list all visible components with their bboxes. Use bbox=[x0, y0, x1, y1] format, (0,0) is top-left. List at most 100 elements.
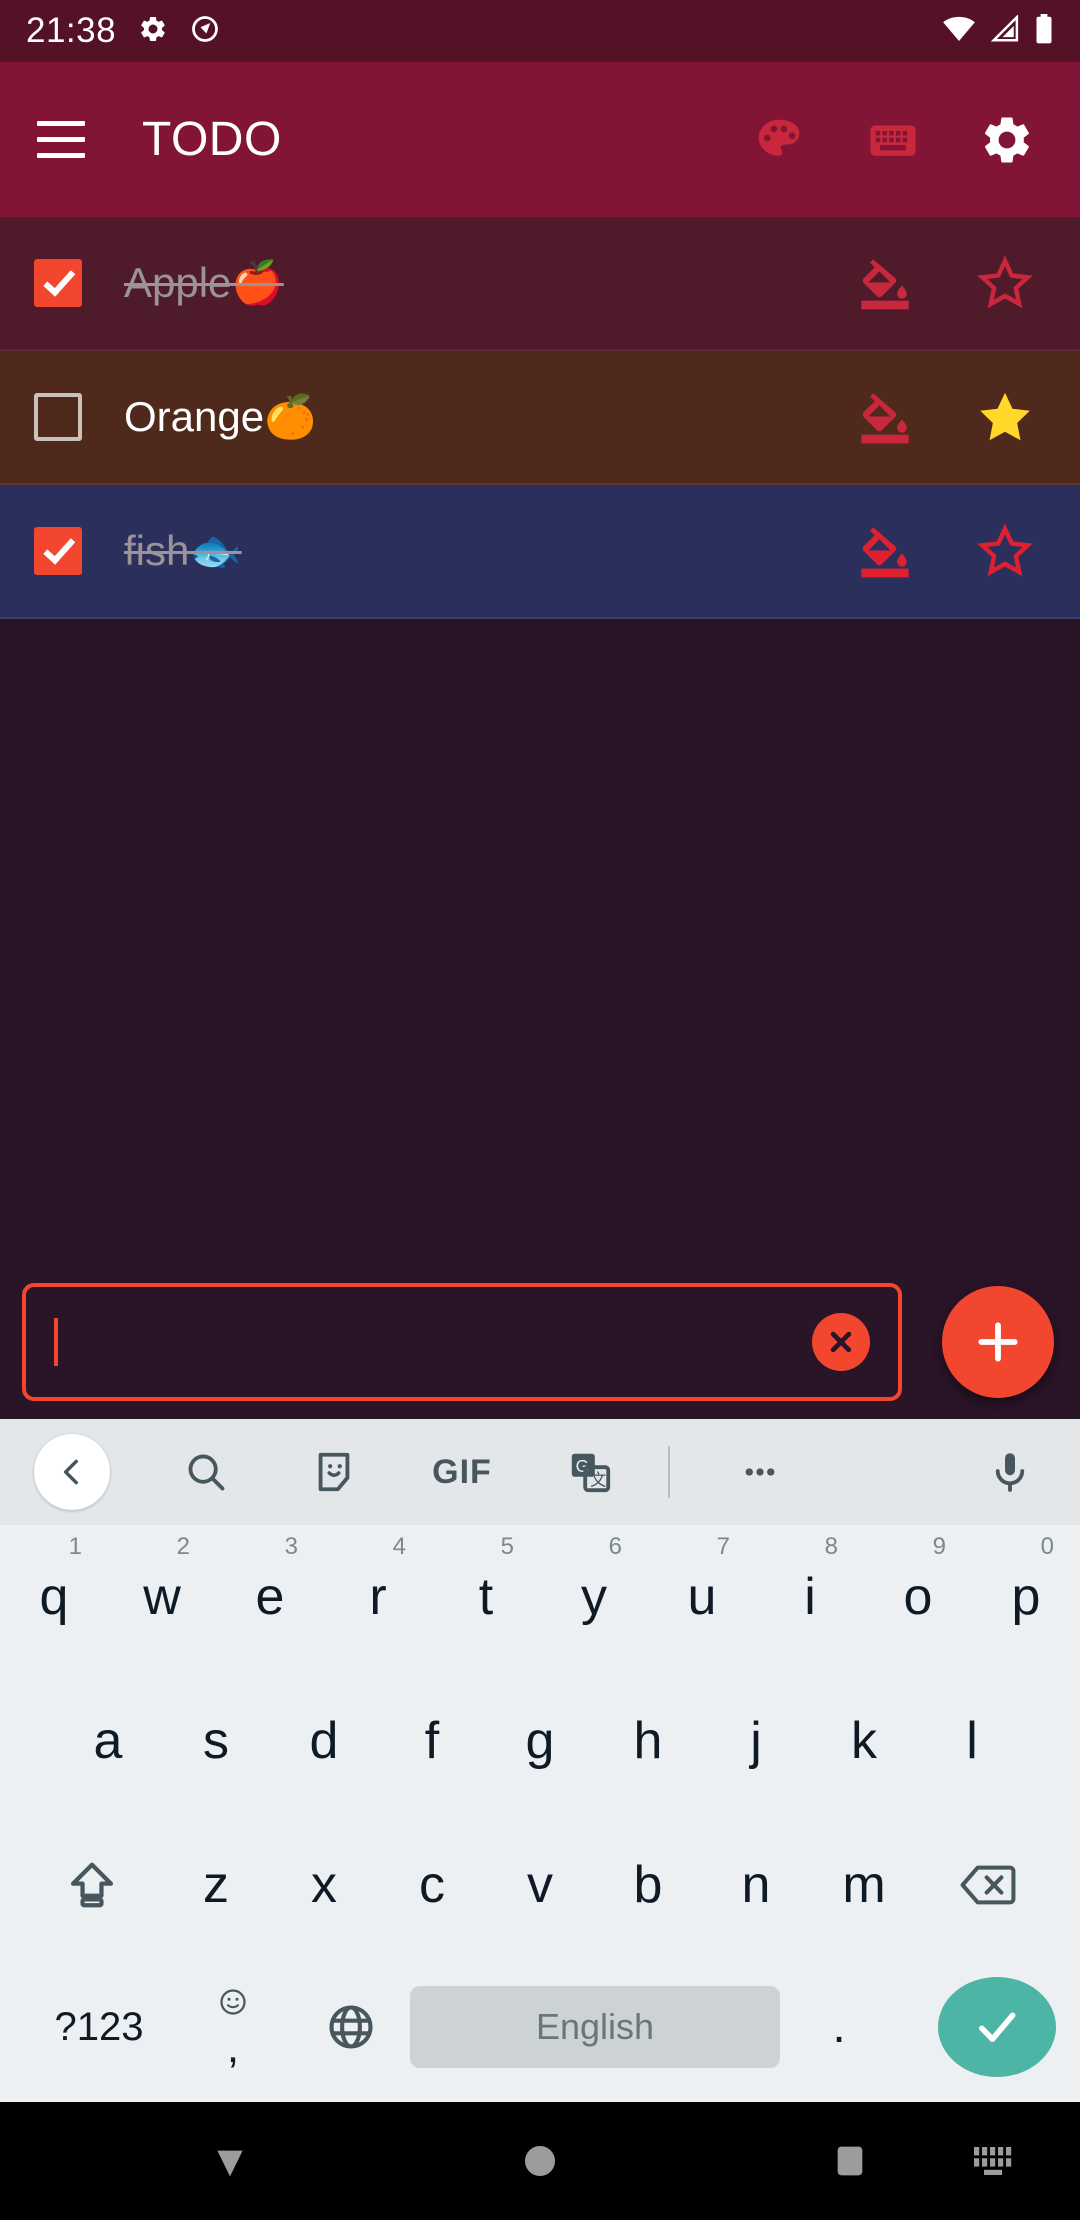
key-number: 4 bbox=[392, 1533, 406, 1560]
sticker-icon[interactable] bbox=[298, 1436, 370, 1508]
checkbox-icon[interactable] bbox=[34, 393, 82, 441]
table-row[interactable]: Orange🍊 bbox=[0, 351, 1080, 485]
phone-screen: 21:38 TODO Apple🍎 Orange🍊 fish🐟 GIF G 文 … bbox=[0, 0, 1080, 2220]
nav-back-icon[interactable] bbox=[190, 2121, 270, 2201]
gear-icon[interactable] bbox=[976, 109, 1038, 171]
key-u[interactable]: 7u bbox=[648, 1531, 756, 1663]
key-q[interactable]: 1q bbox=[0, 1531, 108, 1663]
key-v[interactable]: v bbox=[486, 1819, 594, 1951]
nav-recents-icon[interactable] bbox=[810, 2121, 890, 2201]
toolbar-divider bbox=[668, 1446, 670, 1498]
todo-list: Apple🍎 Orange🍊 fish🐟 bbox=[0, 217, 1080, 619]
key-j[interactable]: j bbox=[702, 1675, 810, 1807]
keyboard-row-1: 1q 2w 3e 4r 5t 6y 7u 8i 9o 0p bbox=[0, 1525, 1080, 1669]
key-label: l bbox=[966, 1712, 978, 1770]
key-w[interactable]: 2w bbox=[108, 1531, 216, 1663]
space-key[interactable]: English bbox=[410, 1986, 780, 2068]
key-label: b bbox=[633, 1856, 663, 1914]
key-label: z bbox=[203, 1856, 229, 1914]
more-options-icon[interactable] bbox=[724, 1436, 796, 1508]
format-color-fill-icon[interactable] bbox=[854, 386, 916, 448]
key-number: 7 bbox=[716, 1533, 730, 1560]
key-d[interactable]: d bbox=[270, 1675, 378, 1807]
wifi-icon bbox=[942, 16, 976, 47]
close-x-icon[interactable] bbox=[812, 1312, 870, 1371]
key-label: k bbox=[851, 1712, 877, 1770]
key-label: p bbox=[1011, 1568, 1041, 1626]
key-m[interactable]: m bbox=[810, 1819, 918, 1951]
search-icon[interactable] bbox=[170, 1436, 242, 1508]
nav-keyboard-switch-icon[interactable] bbox=[956, 2121, 1036, 2201]
gif-icon[interactable]: GIF bbox=[426, 1436, 498, 1508]
key-label: f bbox=[424, 1712, 440, 1770]
table-row[interactable]: Apple🍎 bbox=[0, 217, 1080, 351]
star-outline-icon[interactable] bbox=[974, 520, 1036, 582]
checkbox-icon[interactable] bbox=[34, 527, 82, 575]
status-bar-left: 21:38 bbox=[26, 11, 220, 51]
key-label: w bbox=[143, 1568, 181, 1626]
shift-key-icon[interactable] bbox=[22, 1819, 162, 1951]
key-number: 8 bbox=[824, 1533, 838, 1560]
key-s[interactable]: s bbox=[162, 1675, 270, 1807]
microphone-icon[interactable] bbox=[974, 1436, 1046, 1508]
key-r[interactable]: 4r bbox=[324, 1531, 432, 1663]
checkbox-icon[interactable] bbox=[34, 259, 82, 307]
key-k[interactable]: k bbox=[810, 1675, 918, 1807]
back-chevron-icon[interactable] bbox=[34, 1434, 110, 1510]
key-label: , bbox=[226, 2023, 240, 2072]
key-y[interactable]: 6y bbox=[540, 1531, 648, 1663]
key-label: n bbox=[741, 1856, 771, 1914]
key-l[interactable]: l bbox=[918, 1675, 1026, 1807]
key-label: u bbox=[687, 1568, 717, 1626]
key-g[interactable]: g bbox=[486, 1675, 594, 1807]
keyboard-row-2: a s d f g h j k l bbox=[0, 1669, 1080, 1813]
cellular-signal-icon bbox=[990, 13, 1020, 48]
palette-icon[interactable] bbox=[748, 109, 810, 171]
add-task-button[interactable] bbox=[942, 1285, 1054, 1398]
key-c[interactable]: c bbox=[378, 1819, 486, 1951]
key-t[interactable]: 5t bbox=[432, 1531, 540, 1663]
key-o[interactable]: 9o bbox=[864, 1531, 972, 1663]
search-input[interactable] bbox=[22, 1282, 902, 1401]
key-n[interactable]: n bbox=[702, 1819, 810, 1951]
gear-icon bbox=[138, 14, 168, 49]
hamburger-menu-icon[interactable] bbox=[22, 101, 100, 179]
nav-home-icon[interactable] bbox=[500, 2121, 580, 2201]
keyboard-icon[interactable] bbox=[862, 109, 924, 171]
row-actions bbox=[854, 386, 1052, 448]
app-bar: TODO bbox=[0, 62, 1080, 217]
key-number: 1 bbox=[68, 1533, 82, 1560]
svg-text:文: 文 bbox=[590, 1471, 606, 1489]
key-label: d bbox=[309, 1712, 339, 1770]
key-z[interactable]: z bbox=[162, 1819, 270, 1951]
page-title: TODO bbox=[142, 113, 282, 166]
format-color-fill-icon[interactable] bbox=[854, 520, 916, 582]
key-i[interactable]: 8i bbox=[756, 1531, 864, 1663]
translate-icon[interactable]: G 文 bbox=[554, 1436, 626, 1508]
comma-emoji-key[interactable]: , bbox=[174, 1961, 292, 2093]
row-actions bbox=[854, 520, 1052, 582]
key-e[interactable]: 3e bbox=[216, 1531, 324, 1663]
star-filled-icon[interactable] bbox=[974, 386, 1036, 448]
key-h[interactable]: h bbox=[594, 1675, 702, 1807]
list-item-label: Apple🍎 bbox=[124, 258, 284, 306]
key-label: m bbox=[842, 1856, 886, 1914]
key-number: 9 bbox=[932, 1533, 946, 1560]
key-x[interactable]: x bbox=[270, 1819, 378, 1951]
table-row[interactable]: fish🐟 bbox=[0, 485, 1080, 619]
key-label: c bbox=[419, 1856, 445, 1914]
key-p[interactable]: 0p bbox=[972, 1531, 1080, 1663]
symbols-key[interactable]: ?123 bbox=[24, 1961, 174, 2093]
list-item-label: fish🐟 bbox=[124, 526, 242, 574]
key-label: t bbox=[478, 1568, 494, 1626]
language-globe-icon[interactable] bbox=[292, 1961, 410, 2093]
star-outline-icon[interactable] bbox=[974, 252, 1036, 314]
period-key[interactable]: . bbox=[780, 1961, 898, 2093]
enter-check-icon[interactable] bbox=[938, 1977, 1056, 2077]
format-color-fill-icon[interactable] bbox=[854, 252, 916, 314]
key-f[interactable]: f bbox=[378, 1675, 486, 1807]
backspace-key-icon[interactable] bbox=[918, 1819, 1058, 1951]
key-a[interactable]: a bbox=[54, 1675, 162, 1807]
key-b[interactable]: b bbox=[594, 1819, 702, 1951]
battery-icon bbox=[1034, 13, 1054, 49]
